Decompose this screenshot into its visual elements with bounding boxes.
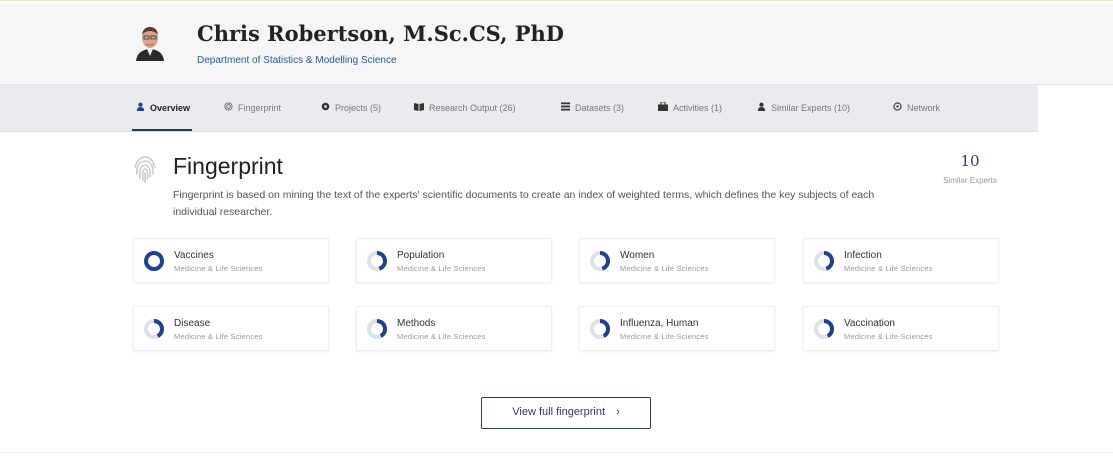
weight-ring <box>144 319 164 339</box>
fingerprint-icon <box>222 85 234 131</box>
concept-category: Medicine & Life Sciences <box>174 332 263 341</box>
concept-name: Influenza, Human <box>620 318 699 329</box>
view-full-fingerprint-button[interactable]: View full fingerprint › <box>481 397 651 429</box>
weight-ring-fill <box>144 251 164 271</box>
weight-ring <box>590 319 610 339</box>
tab-network[interactable]: Network <box>891 85 940 131</box>
tab-datasets[interactable]: Datasets (3) <box>559 85 624 131</box>
tab-label: Projects (5) <box>335 103 382 113</box>
concept-card[interactable]: Infection Medicine & Life Sciences <box>803 238 999 283</box>
person-icon <box>755 85 767 131</box>
similar-experts-count[interactable]: 10 <box>930 152 1010 170</box>
profile-header: Chris Robertson, M.Sc.CS, PhD Department… <box>0 4 1113 85</box>
section-description: Fingerprint is based on mining the text … <box>173 189 875 218</box>
concept-category: Medicine & Life Sciences <box>620 332 709 341</box>
concept-name: Methods <box>397 318 436 329</box>
tab-fingerprint[interactable]: Fingerprint <box>222 85 281 131</box>
divider <box>0 452 1113 453</box>
weight-ring <box>590 251 610 271</box>
tab-label: Network <box>907 103 941 113</box>
chevron-right-icon: › <box>616 406 620 418</box>
concept-card[interactable]: Disease Medicine & Life Sciences <box>133 306 329 351</box>
tab-overview[interactable]: Overview <box>131 85 193 131</box>
concept-card[interactable]: Influenza, Human Medicine & Life Science… <box>579 306 775 351</box>
concept-card[interactable]: Methods Medicine & Life Sciences <box>356 306 552 351</box>
tab-similar-experts[interactable]: Similar Experts (10) <box>755 85 850 131</box>
network-icon <box>891 85 903 131</box>
dataset-icon <box>559 85 571 131</box>
concept-card[interactable]: Population Medicine & Life Sciences <box>356 238 552 283</box>
concept-card[interactable]: Women Medicine & Life Sciences <box>579 238 775 283</box>
tab-research-output[interactable]: Research Output (26) <box>413 85 516 131</box>
concept-name: Population <box>397 250 445 261</box>
tab-label: Fingerprint <box>238 103 282 113</box>
similar-experts-label[interactable]: Similar Experts <box>930 176 1010 185</box>
tab-projects[interactable]: Projects (5) <box>319 85 381 131</box>
concept-name: Disease <box>174 318 211 329</box>
tab-label: Overview <box>150 103 191 113</box>
concept-category: Medicine & Life Sciences <box>844 332 933 341</box>
weight-ring <box>367 251 387 271</box>
concept-card[interactable]: Vaccines Medicine & Life Sciences <box>133 238 329 283</box>
concept-category: Medicine & Life Sciences <box>397 264 486 273</box>
concept-category: Medicine & Life Sciences <box>844 264 933 273</box>
fingerprint-icon <box>134 156 156 183</box>
person-icon <box>134 85 146 131</box>
concept-category: Medicine & Life Sciences <box>174 264 263 273</box>
tab-activities[interactable]: Activities (1) <box>657 85 722 131</box>
concept-category: Medicine & Life Sciences <box>620 264 709 273</box>
weight-ring <box>814 251 834 271</box>
briefcase-icon <box>657 85 669 131</box>
section-title: Fingerprint <box>173 153 283 179</box>
book-icon <box>413 85 425 131</box>
weight-ring <box>814 319 834 339</box>
tab-label: Similar Experts (10) <box>771 103 851 113</box>
avatar <box>133 23 167 61</box>
department-link[interactable]: Department of Statistics & Modelling Sci… <box>197 55 397 66</box>
tab-label: Datasets (3) <box>575 103 625 113</box>
button-label: View full fingerprint <box>512 406 605 418</box>
concept-category: Medicine & Life Sciences <box>397 332 486 341</box>
weight-ring <box>367 319 387 339</box>
concept-name: Vaccines <box>174 250 214 261</box>
profile-tabs: Overview Fingerprint Projects (5) Resear… <box>0 85 1038 132</box>
concept-name: Infection <box>844 250 882 261</box>
concept-name: Women <box>620 250 655 261</box>
tab-label: Research Output (26) <box>429 103 516 113</box>
projects-icon <box>319 85 331 131</box>
concept-name: Vaccination <box>844 318 895 329</box>
tab-label: Activities (1) <box>673 103 723 113</box>
weight-ring <box>144 251 164 271</box>
profile-name: Chris Robertson, M.Sc.CS, PhD <box>197 21 564 46</box>
concept-card[interactable]: Vaccination Medicine & Life Sciences <box>803 306 999 351</box>
